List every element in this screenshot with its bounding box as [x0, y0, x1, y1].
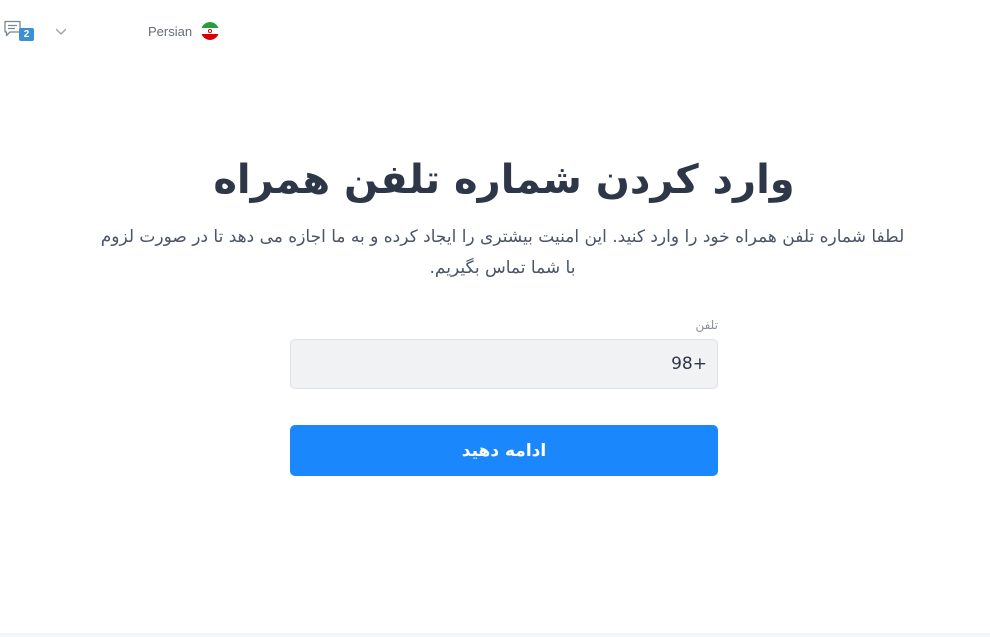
page-title: وارد کردن شماره تلفن همراه	[213, 157, 795, 203]
main-content: وارد کردن شماره تلفن همراه لطفا شماره تل…	[0, 0, 990, 637]
phone-input[interactable]	[290, 339, 718, 389]
page-description: لطفا شماره تلفن همراه خود را وارد کنید. …	[100, 227, 905, 278]
continue-button[interactable]: ادامه دهید	[290, 425, 718, 476]
bottom-divider	[0, 633, 990, 637]
phone-field-label: تلفن	[695, 318, 718, 332]
